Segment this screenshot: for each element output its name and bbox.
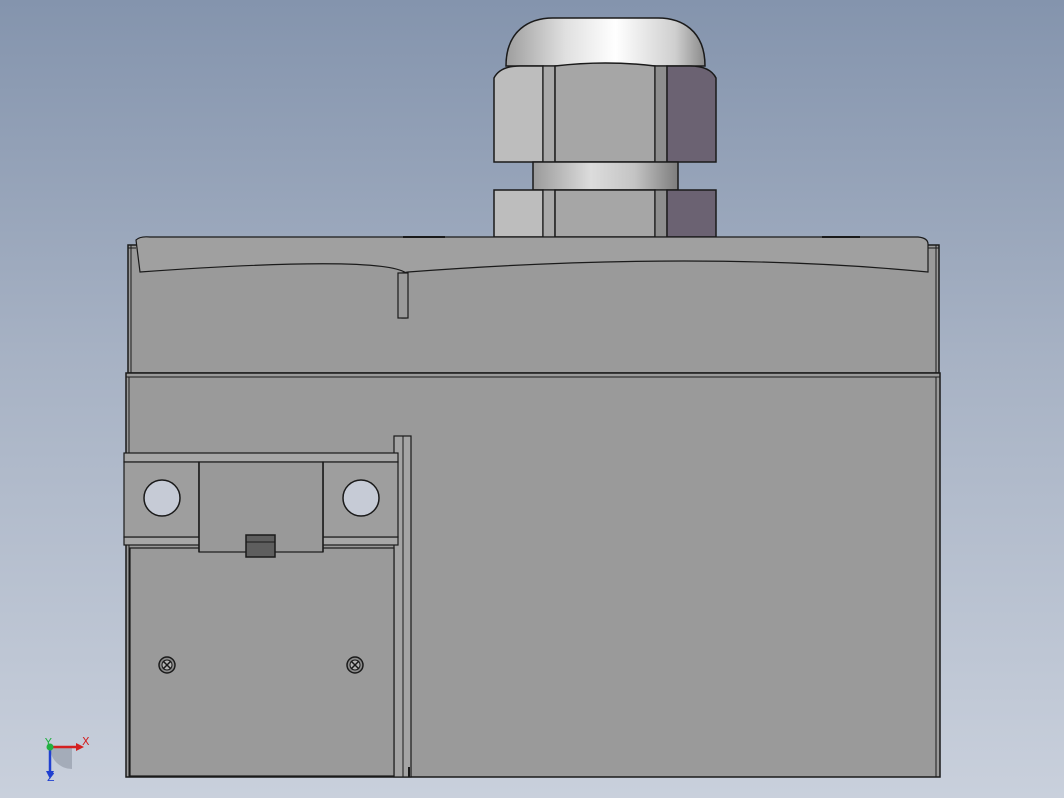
x-axis-label: X: [82, 735, 90, 748]
coordinate-triad: X Y Z: [44, 735, 90, 784]
cross-screw-icon: [346, 656, 364, 674]
cross-screw-icon: [158, 656, 176, 674]
latch-tab: [245, 534, 276, 558]
gland-neck: [532, 161, 679, 191]
cad-viewport[interactable]: X Y Z: [0, 0, 1064, 798]
enclosure-body: [125, 372, 941, 778]
enclosure-lid: [127, 236, 940, 374]
z-axis-label: Z: [47, 771, 55, 784]
gland-dome-cap: [505, 17, 706, 67]
y-axis-label: Y: [44, 736, 52, 749]
cad-model-view[interactable]: X Y Z: [0, 0, 1064, 798]
gland-lower-hex-nut: [493, 189, 717, 238]
cable-gland: [493, 17, 717, 238]
mounting-bracket: [123, 452, 399, 558]
gland-upper-hex-nut: [493, 62, 717, 163]
bracket-hole-left: [143, 479, 181, 517]
bracket-hole-right: [342, 479, 380, 517]
